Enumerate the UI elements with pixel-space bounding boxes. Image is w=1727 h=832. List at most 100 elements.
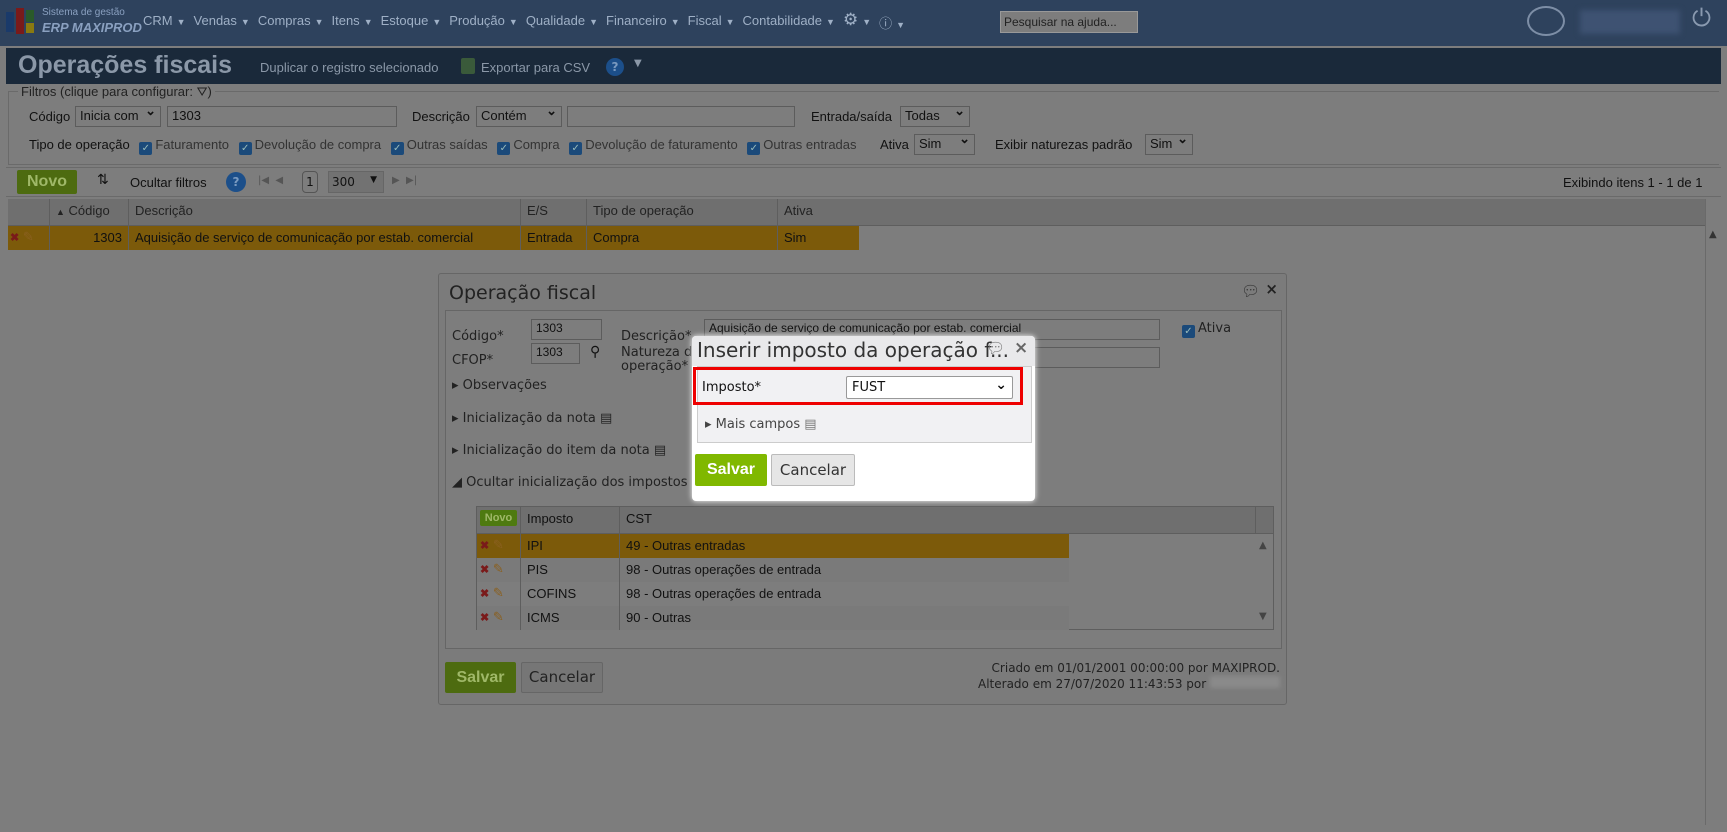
delete-icon[interactable]: ✖ bbox=[480, 588, 489, 600]
table-row[interactable]: ✖ ✎ COFINS 98 - Outras operações de entr… bbox=[477, 582, 1069, 606]
section-impostos[interactable]: ◢ Ocultar inicialização dos impostos bbox=[452, 475, 688, 490]
es-select[interactable]: Todas bbox=[900, 103, 970, 127]
menu-estoque[interactable]: Estoque ▼ bbox=[381, 13, 442, 32]
table-row[interactable]: ✖ ✎ 1303 Aquisição de serviço de comunic… bbox=[8, 226, 859, 250]
ativa-checkbox[interactable]: ✓ Ativa bbox=[1182, 321, 1231, 338]
section-inic-item[interactable]: ▸ Inicialização do item da nota ▤ bbox=[452, 443, 666, 458]
duplicate-link[interactable]: Duplicar o registro selecionado bbox=[260, 60, 438, 75]
brand-line2: ERP MAXIPROD bbox=[42, 20, 142, 35]
edit-icon[interactable]: ✎ bbox=[493, 609, 504, 624]
menu-crm[interactable]: CRM ▼ bbox=[143, 13, 186, 32]
edit-icon[interactable]: ✎ bbox=[493, 537, 504, 552]
col-cst[interactable]: CST bbox=[620, 507, 1256, 533]
pager-first-prev-icons[interactable]: |◀ ◀ bbox=[258, 175, 283, 186]
table-row[interactable]: ✖ ✎ PIS 98 - Outras operações de entrada bbox=[477, 558, 1069, 582]
grid-header: ▲ Código Descrição E/S Tipo de operação … bbox=[8, 199, 1705, 226]
table-row[interactable]: ✖ ✎ ICMS 90 - Outras bbox=[477, 606, 1069, 630]
gear-icon[interactable]: ⚙ ▼ bbox=[843, 10, 871, 32]
page-size-select[interactable]: 300 ▼ bbox=[328, 171, 384, 193]
codigo-input[interactable]: 1303 bbox=[167, 106, 397, 127]
items-status: Exibindo itens 1 - 1 de 1 bbox=[1563, 175, 1703, 190]
tipo-faturamento-checkbox[interactable]: ✓ Faturamento bbox=[133, 137, 229, 155]
edit-icon[interactable]: ✎ bbox=[23, 229, 34, 244]
tipo-outrassaidas-checkbox[interactable]: ✓ Outras saídas bbox=[385, 137, 488, 155]
hide-filters-button[interactable]: Ocultar filtros bbox=[130, 175, 207, 190]
cfop-label: CFOP* bbox=[452, 353, 494, 368]
ativa-select[interactable]: Sim bbox=[914, 131, 975, 155]
pager-next-last-icons[interactable]: ▶ ▶| bbox=[392, 175, 417, 186]
more-fields-toggle[interactable]: ▸ Mais campos ▤ bbox=[705, 417, 817, 432]
delete-icon[interactable]: ✖ bbox=[480, 540, 489, 552]
edit-icon[interactable]: ✎ bbox=[493, 561, 504, 576]
edit-icon[interactable]: ✎ bbox=[493, 585, 504, 600]
search-icon[interactable]: ⚲ bbox=[590, 344, 600, 360]
close-icon[interactable]: × bbox=[1265, 280, 1278, 298]
menu-producao[interactable]: Produção ▼ bbox=[449, 13, 518, 32]
naturezas-select[interactable]: Sim bbox=[1145, 131, 1193, 155]
notes-icon: ▤ bbox=[804, 417, 817, 432]
page-scrollbar[interactable]: ▲ bbox=[1705, 199, 1721, 825]
menu-financeiro[interactable]: Financeiro ▼ bbox=[606, 13, 680, 32]
help-icon[interactable]: ⓘ ▼ bbox=[879, 13, 905, 32]
descricao-input[interactable] bbox=[567, 106, 795, 127]
save-button[interactable]: Salvar bbox=[445, 662, 516, 693]
codigo-field[interactable]: 1303 bbox=[531, 319, 602, 340]
help-icon[interactable]: ? bbox=[226, 172, 246, 192]
section-inic-nota[interactable]: ▸ Inicialização da nota ▤ bbox=[452, 411, 612, 426]
filters-legend[interactable]: Filtros (clique para configurar: ⛛) bbox=[18, 84, 215, 100]
cell-cst: 98 - Outras operações de entrada bbox=[626, 586, 822, 601]
chat-icon[interactable]: 💬︎ bbox=[986, 339, 1005, 357]
chat-icon[interactable]: 💬︎ bbox=[1241, 282, 1260, 300]
new-tax-button[interactable]: Novo bbox=[480, 510, 517, 526]
cancel-button[interactable]: Cancelar bbox=[521, 662, 603, 693]
delete-icon[interactable]: ✖ bbox=[10, 232, 19, 244]
help-icon[interactable]: ? bbox=[606, 58, 624, 76]
col-descricao[interactable]: Descrição bbox=[129, 199, 521, 225]
dialog-title: Operação fiscal bbox=[449, 282, 597, 304]
col-es[interactable]: E/S bbox=[521, 199, 587, 225]
imposto-select[interactable]: FUST ⌄ bbox=[846, 376, 1013, 399]
col-imposto[interactable]: Imposto bbox=[521, 507, 620, 533]
chat-icon[interactable] bbox=[1527, 6, 1565, 36]
delete-icon[interactable]: ✖ bbox=[480, 564, 489, 576]
cfop-field[interactable]: 1303 bbox=[531, 343, 580, 364]
imposto-label: Imposto* bbox=[702, 380, 762, 395]
refresh-icon[interactable]: ⇅ bbox=[97, 172, 109, 188]
section-observacoes[interactable]: ▸ Observações bbox=[452, 378, 547, 393]
col-ativa[interactable]: Ativa bbox=[778, 199, 1705, 225]
modal-cancel-button[interactable]: Cancelar bbox=[771, 454, 855, 486]
chevron-down-icon[interactable]: ▼ bbox=[634, 58, 642, 69]
descricao-operator-select[interactable]: Contém bbox=[476, 103, 562, 127]
filter-icon[interactable]: ⛛ bbox=[197, 84, 208, 99]
tipo-devcompra-checkbox[interactable]: ✓ Devolução de compra bbox=[233, 137, 381, 155]
table-row[interactable]: ✖ ✎ IPI 49 - Outras entradas bbox=[477, 534, 1069, 558]
tipo-devfaturamento-checkbox[interactable]: ✓ Devolução de faturamento bbox=[563, 137, 738, 155]
codigo-operator-select[interactable]: Inicia com bbox=[75, 103, 161, 127]
modal-titlebar: Inserir imposto da operação f... 💬︎ × bbox=[692, 336, 1035, 366]
menu-contabilidade[interactable]: Contabilidade ▼ bbox=[743, 13, 835, 32]
excel-icon bbox=[461, 58, 475, 74]
export-csv-link[interactable]: Exportar para CSV bbox=[481, 60, 590, 75]
menu-itens[interactable]: Itens ▼ bbox=[332, 13, 373, 32]
delete-icon[interactable]: ✖ bbox=[480, 612, 489, 624]
menu-vendas[interactable]: Vendas ▼ bbox=[194, 13, 250, 32]
taxes-grid: Novo Imposto CST ✖ ✎ IPI 49 - Outras ent… bbox=[476, 506, 1274, 630]
power-icon[interactable]: ⏻ bbox=[1692, 4, 1711, 32]
help-search-input[interactable]: Pesquisar na ajuda... bbox=[1000, 11, 1138, 33]
modal-save-button[interactable]: Salvar bbox=[695, 454, 767, 486]
close-icon[interactable]: × bbox=[1014, 338, 1028, 358]
page-number[interactable]: 1 bbox=[302, 171, 318, 193]
descricao-label: Descrição* bbox=[621, 329, 692, 344]
menu-fiscal[interactable]: Fiscal ▼ bbox=[688, 13, 735, 32]
codigo-label: Código* bbox=[452, 329, 504, 344]
brand-line1: Sistema de gestão bbox=[42, 7, 125, 18]
tipo-compra-checkbox[interactable]: ✓ Compra bbox=[491, 137, 560, 155]
menu-qualidade[interactable]: Qualidade ▼ bbox=[526, 13, 598, 32]
new-button[interactable]: Novo bbox=[17, 170, 77, 194]
menu-compras[interactable]: Compras ▼ bbox=[258, 13, 324, 32]
user-blurred bbox=[1210, 676, 1280, 688]
col-codigo[interactable]: ▲ Código bbox=[50, 199, 129, 225]
taxes-scrollbar[interactable]: ▲ ▼ bbox=[1256, 534, 1273, 630]
tipo-outrasentradas-checkbox[interactable]: ✓ Outras entradas bbox=[741, 137, 857, 155]
col-tipo[interactable]: Tipo de operação bbox=[587, 199, 778, 225]
